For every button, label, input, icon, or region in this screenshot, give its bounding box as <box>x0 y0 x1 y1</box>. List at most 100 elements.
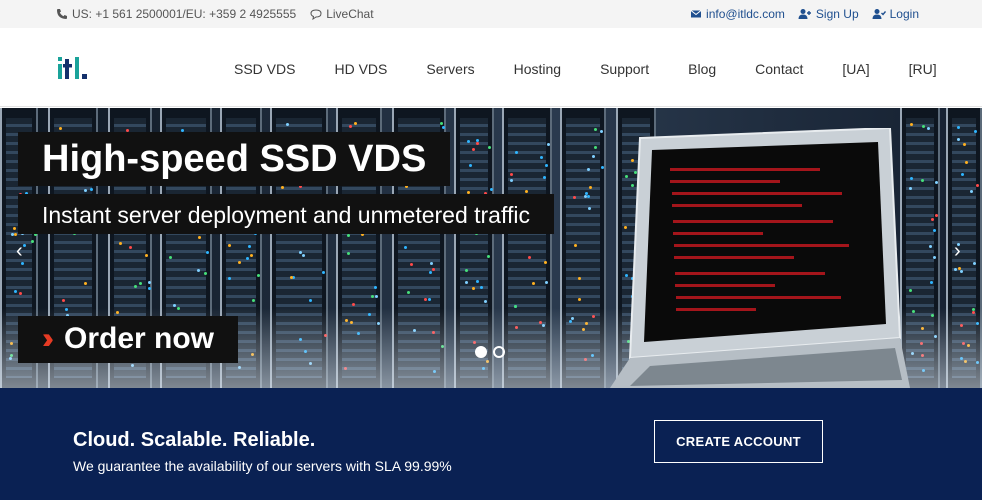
rack-led <box>439 122 443 126</box>
rack-led <box>929 280 933 284</box>
band-text: We guarantee the availability of our ser… <box>73 458 452 474</box>
rack-led <box>431 267 435 271</box>
email-link[interactable]: info@itldc.com <box>690 7 785 21</box>
rack-led <box>61 298 65 302</box>
create-account-button[interactable]: CREATE ACCOUNT <box>654 420 823 463</box>
hero-title: High-speed SSD VDS <box>18 132 451 186</box>
rack-led <box>22 243 26 247</box>
top-bar: US: +1 561 2500001/EU: +359 2 4925555 Li… <box>0 0 982 28</box>
nav-lang-ru[interactable]: [RU] <box>909 61 937 77</box>
slider-prev-arrow[interactable]: ‹ <box>16 240 23 263</box>
nav-contact[interactable]: Contact <box>755 61 803 77</box>
rack-led <box>471 286 475 290</box>
rack-led <box>429 261 433 265</box>
rack-led <box>468 163 472 167</box>
order-now-label: Order now <box>63 322 214 355</box>
rack-led <box>247 244 251 248</box>
cta-band: Cloud. Scalable. Reliable. We guarantee … <box>0 388 982 500</box>
slider-dot-1[interactable] <box>475 346 487 358</box>
signup-link[interactable]: Sign Up <box>798 7 859 21</box>
slider-dot-2[interactable] <box>493 346 505 358</box>
login-link[interactable]: Login <box>872 7 919 21</box>
nav-lang-ua[interactable]: [UA] <box>842 61 869 77</box>
rack-led <box>931 217 935 221</box>
nav-ssd-vds[interactable]: SSD VDS <box>234 61 295 77</box>
rack-led <box>487 146 491 150</box>
rack-led <box>196 269 200 273</box>
rack-led <box>510 178 514 182</box>
rack-led <box>12 226 16 230</box>
rack-led <box>251 298 255 302</box>
rack-led <box>583 195 587 199</box>
rack-led <box>197 236 201 240</box>
rack-led <box>933 256 937 260</box>
rack-led <box>928 244 932 248</box>
site-header: SSD VDS HD VDS Servers Hosting Support B… <box>0 33 982 107</box>
email-label: info@itldc.com <box>706 7 785 21</box>
slider-next-arrow[interactable]: › <box>954 240 961 263</box>
rack-led <box>321 270 325 274</box>
livechat-link[interactable]: LiveChat <box>310 7 374 21</box>
rack-led <box>353 122 357 125</box>
rack-led <box>280 186 284 190</box>
rack-led <box>428 270 432 274</box>
slider-dots <box>475 346 505 358</box>
rack-led <box>965 160 969 164</box>
rack-led <box>479 285 483 289</box>
livechat-label: LiveChat <box>326 7 374 21</box>
rack-led <box>510 172 514 176</box>
order-now-button[interactable]: ›› Order now <box>18 316 238 363</box>
hero-slider: High-speed SSD VDS Instant server deploy… <box>0 108 982 388</box>
rack-led <box>962 143 966 147</box>
rack-led <box>475 138 479 142</box>
nav-blog[interactable]: Blog <box>688 61 716 77</box>
rack-led <box>544 163 548 167</box>
rack-led <box>935 213 939 217</box>
rack-led <box>464 281 468 285</box>
nav-hd-vds[interactable]: HD VDS <box>334 61 387 77</box>
rack-led <box>228 243 231 247</box>
rack-led <box>144 254 148 258</box>
rack-led <box>370 295 374 299</box>
rack-led <box>228 276 232 280</box>
rack-led <box>934 180 938 184</box>
rack-led <box>489 188 493 192</box>
rack-led <box>403 245 407 249</box>
phone-contact: US: +1 561 2500001/EU: +359 2 4925555 <box>56 7 296 21</box>
rack-led <box>30 239 34 243</box>
rack-led <box>957 267 961 271</box>
rack-led <box>593 145 597 149</box>
rack-led <box>347 233 351 237</box>
rack-led <box>90 188 94 192</box>
rack-led <box>601 166 605 170</box>
rack-led <box>525 189 529 193</box>
rack-led <box>147 286 151 290</box>
signup-label: Sign Up <box>815 7 859 21</box>
rack-led <box>352 302 356 306</box>
phone-text: US: +1 561 2500001/EU: +359 2 4925555 <box>72 7 297 21</box>
rack-led <box>204 271 208 275</box>
rack-led <box>527 255 531 259</box>
rack-led <box>348 125 352 129</box>
user-plus-icon <box>798 9 811 19</box>
nav-support[interactable]: Support <box>600 61 649 77</box>
rack-led <box>956 125 960 129</box>
rack-led <box>476 141 480 145</box>
nav-servers[interactable]: Servers <box>426 61 474 77</box>
nav-hosting[interactable]: Hosting <box>514 61 561 77</box>
rack-led <box>954 267 958 271</box>
rack-led <box>546 142 550 146</box>
rack-led <box>441 125 445 129</box>
rack-led <box>587 207 591 210</box>
phone-icon <box>57 9 67 19</box>
rack-led <box>976 183 980 187</box>
rack-led <box>373 285 377 289</box>
rack-led <box>138 281 142 285</box>
rack-led <box>18 292 22 296</box>
rack-led <box>133 285 137 289</box>
envelope-icon <box>690 10 702 18</box>
laptop-image <box>610 128 910 388</box>
itl-logo[interactable] <box>57 55 97 81</box>
rack-led <box>347 251 351 255</box>
rack-led <box>84 188 87 192</box>
